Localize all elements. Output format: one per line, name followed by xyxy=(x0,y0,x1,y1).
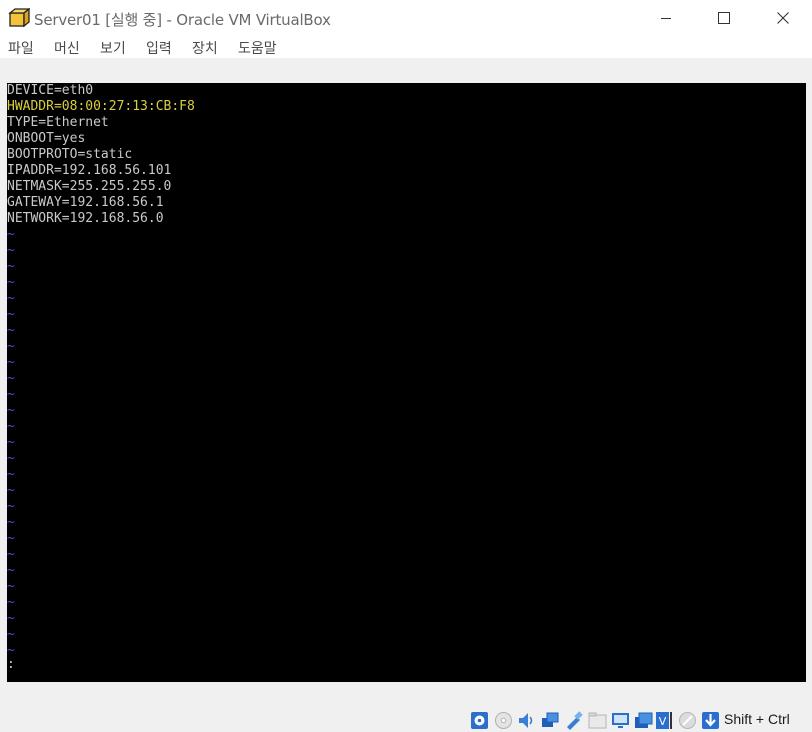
usb-icon[interactable] xyxy=(564,711,583,730)
svg-text:V: V xyxy=(659,715,667,728)
config-line: TYPE=Ethernet xyxy=(7,115,109,130)
empty-line-tilde: ~ xyxy=(7,307,15,322)
close-button[interactable] xyxy=(760,0,806,36)
display-icon[interactable] xyxy=(611,711,630,730)
keyboard-capture-icon[interactable] xyxy=(701,711,720,730)
menu-help[interactable]: 도움말 xyxy=(238,38,277,58)
menu-bar: 파일 머신 보기 입력 장치 도움말 xyxy=(0,36,812,59)
title-bar: Server01 [실행 중] - Oracle VM VirtualBox xyxy=(0,0,812,36)
empty-line-tilde: ~ xyxy=(7,323,15,338)
menu-machine[interactable]: 머신 xyxy=(54,38,80,58)
menu-file[interactable]: 파일 xyxy=(8,38,34,58)
maximize-icon xyxy=(718,12,730,24)
empty-line-tilde: ~ xyxy=(7,563,15,578)
empty-line-tilde: ~ xyxy=(7,467,15,482)
mouse-integration-icon[interactable] xyxy=(678,711,697,730)
vm-display[interactable]: DEVICE=eth0 HWADDR=08:00:27:13:CB:F8 TYPE=… xyxy=(7,83,806,682)
empty-line-tilde: ~ xyxy=(7,275,15,290)
close-icon xyxy=(777,12,789,24)
vi-command-line: : xyxy=(7,657,15,672)
empty-line-tilde: ~ xyxy=(7,611,15,626)
config-line: IPADDR=192.168.56.101 xyxy=(7,163,172,178)
virtualization-icon[interactable]: V xyxy=(654,711,673,730)
empty-line-tilde: ~ xyxy=(7,531,15,546)
empty-line-tilde: ~ xyxy=(7,451,15,466)
empty-line-tilde: ~ xyxy=(7,339,15,354)
config-line: NETWORK=192.168.56.0 xyxy=(7,211,164,226)
config-line: HWADDR=08:00:27:13:CB:F8 xyxy=(7,99,195,114)
terminal-text: DEVICE=eth0 HWADDR=08:00:27:13:CB:F8 TYPE=… xyxy=(7,83,806,659)
empty-line-tilde: ~ xyxy=(7,387,15,402)
optical-drive-icon[interactable] xyxy=(494,711,513,730)
empty-line-tilde: ~ xyxy=(7,547,15,562)
audio-icon[interactable] xyxy=(517,711,536,730)
minimize-icon xyxy=(660,12,672,24)
config-line: GATEWAY=192.168.56.1 xyxy=(7,195,164,210)
empty-line-tilde: ~ xyxy=(7,403,15,418)
empty-line-tilde: ~ xyxy=(7,579,15,594)
empty-line-tilde: ~ xyxy=(7,483,15,498)
config-line: DEVICE=eth0 xyxy=(7,83,94,98)
empty-line-tilde: ~ xyxy=(7,259,15,274)
menu-devices[interactable]: 장치 xyxy=(192,38,218,58)
empty-line-tilde: ~ xyxy=(7,595,15,610)
network-icon[interactable] xyxy=(541,711,560,730)
empty-line-tilde: ~ xyxy=(7,355,15,370)
empty-line-tilde: ~ xyxy=(7,227,15,242)
recording-icon[interactable] xyxy=(634,711,653,730)
empty-line-tilde: ~ xyxy=(7,371,15,386)
minimize-button[interactable] xyxy=(643,0,689,36)
menu-input[interactable]: 입력 xyxy=(146,38,172,58)
empty-line-tilde: ~ xyxy=(7,515,15,530)
empty-line-tilde: ~ xyxy=(7,291,15,306)
menu-view[interactable]: 보기 xyxy=(100,38,126,58)
host-key-label: Shift + Ctrl xyxy=(724,711,790,727)
empty-line-tilde: ~ xyxy=(7,419,15,434)
virtualbox-cube-icon xyxy=(8,7,31,28)
config-line: ONBOOT=yes xyxy=(7,131,86,146)
config-line: NETMASK=255.255.255.0 xyxy=(7,179,172,194)
window-title: Server01 [실행 중] - Oracle VM VirtualBox xyxy=(34,11,331,29)
empty-line-tilde: ~ xyxy=(7,627,15,642)
config-line: BOOTPROTO=static xyxy=(7,147,133,162)
hard-disk-icon[interactable] xyxy=(470,711,489,730)
empty-line-tilde: ~ xyxy=(7,643,15,658)
maximize-button[interactable] xyxy=(701,0,747,36)
empty-line-tilde: ~ xyxy=(7,499,15,514)
status-bar: V xyxy=(0,700,812,732)
shared-folders-icon[interactable] xyxy=(588,711,607,730)
empty-line-tilde: ~ xyxy=(7,243,15,258)
empty-line-tilde: ~ xyxy=(7,435,15,450)
